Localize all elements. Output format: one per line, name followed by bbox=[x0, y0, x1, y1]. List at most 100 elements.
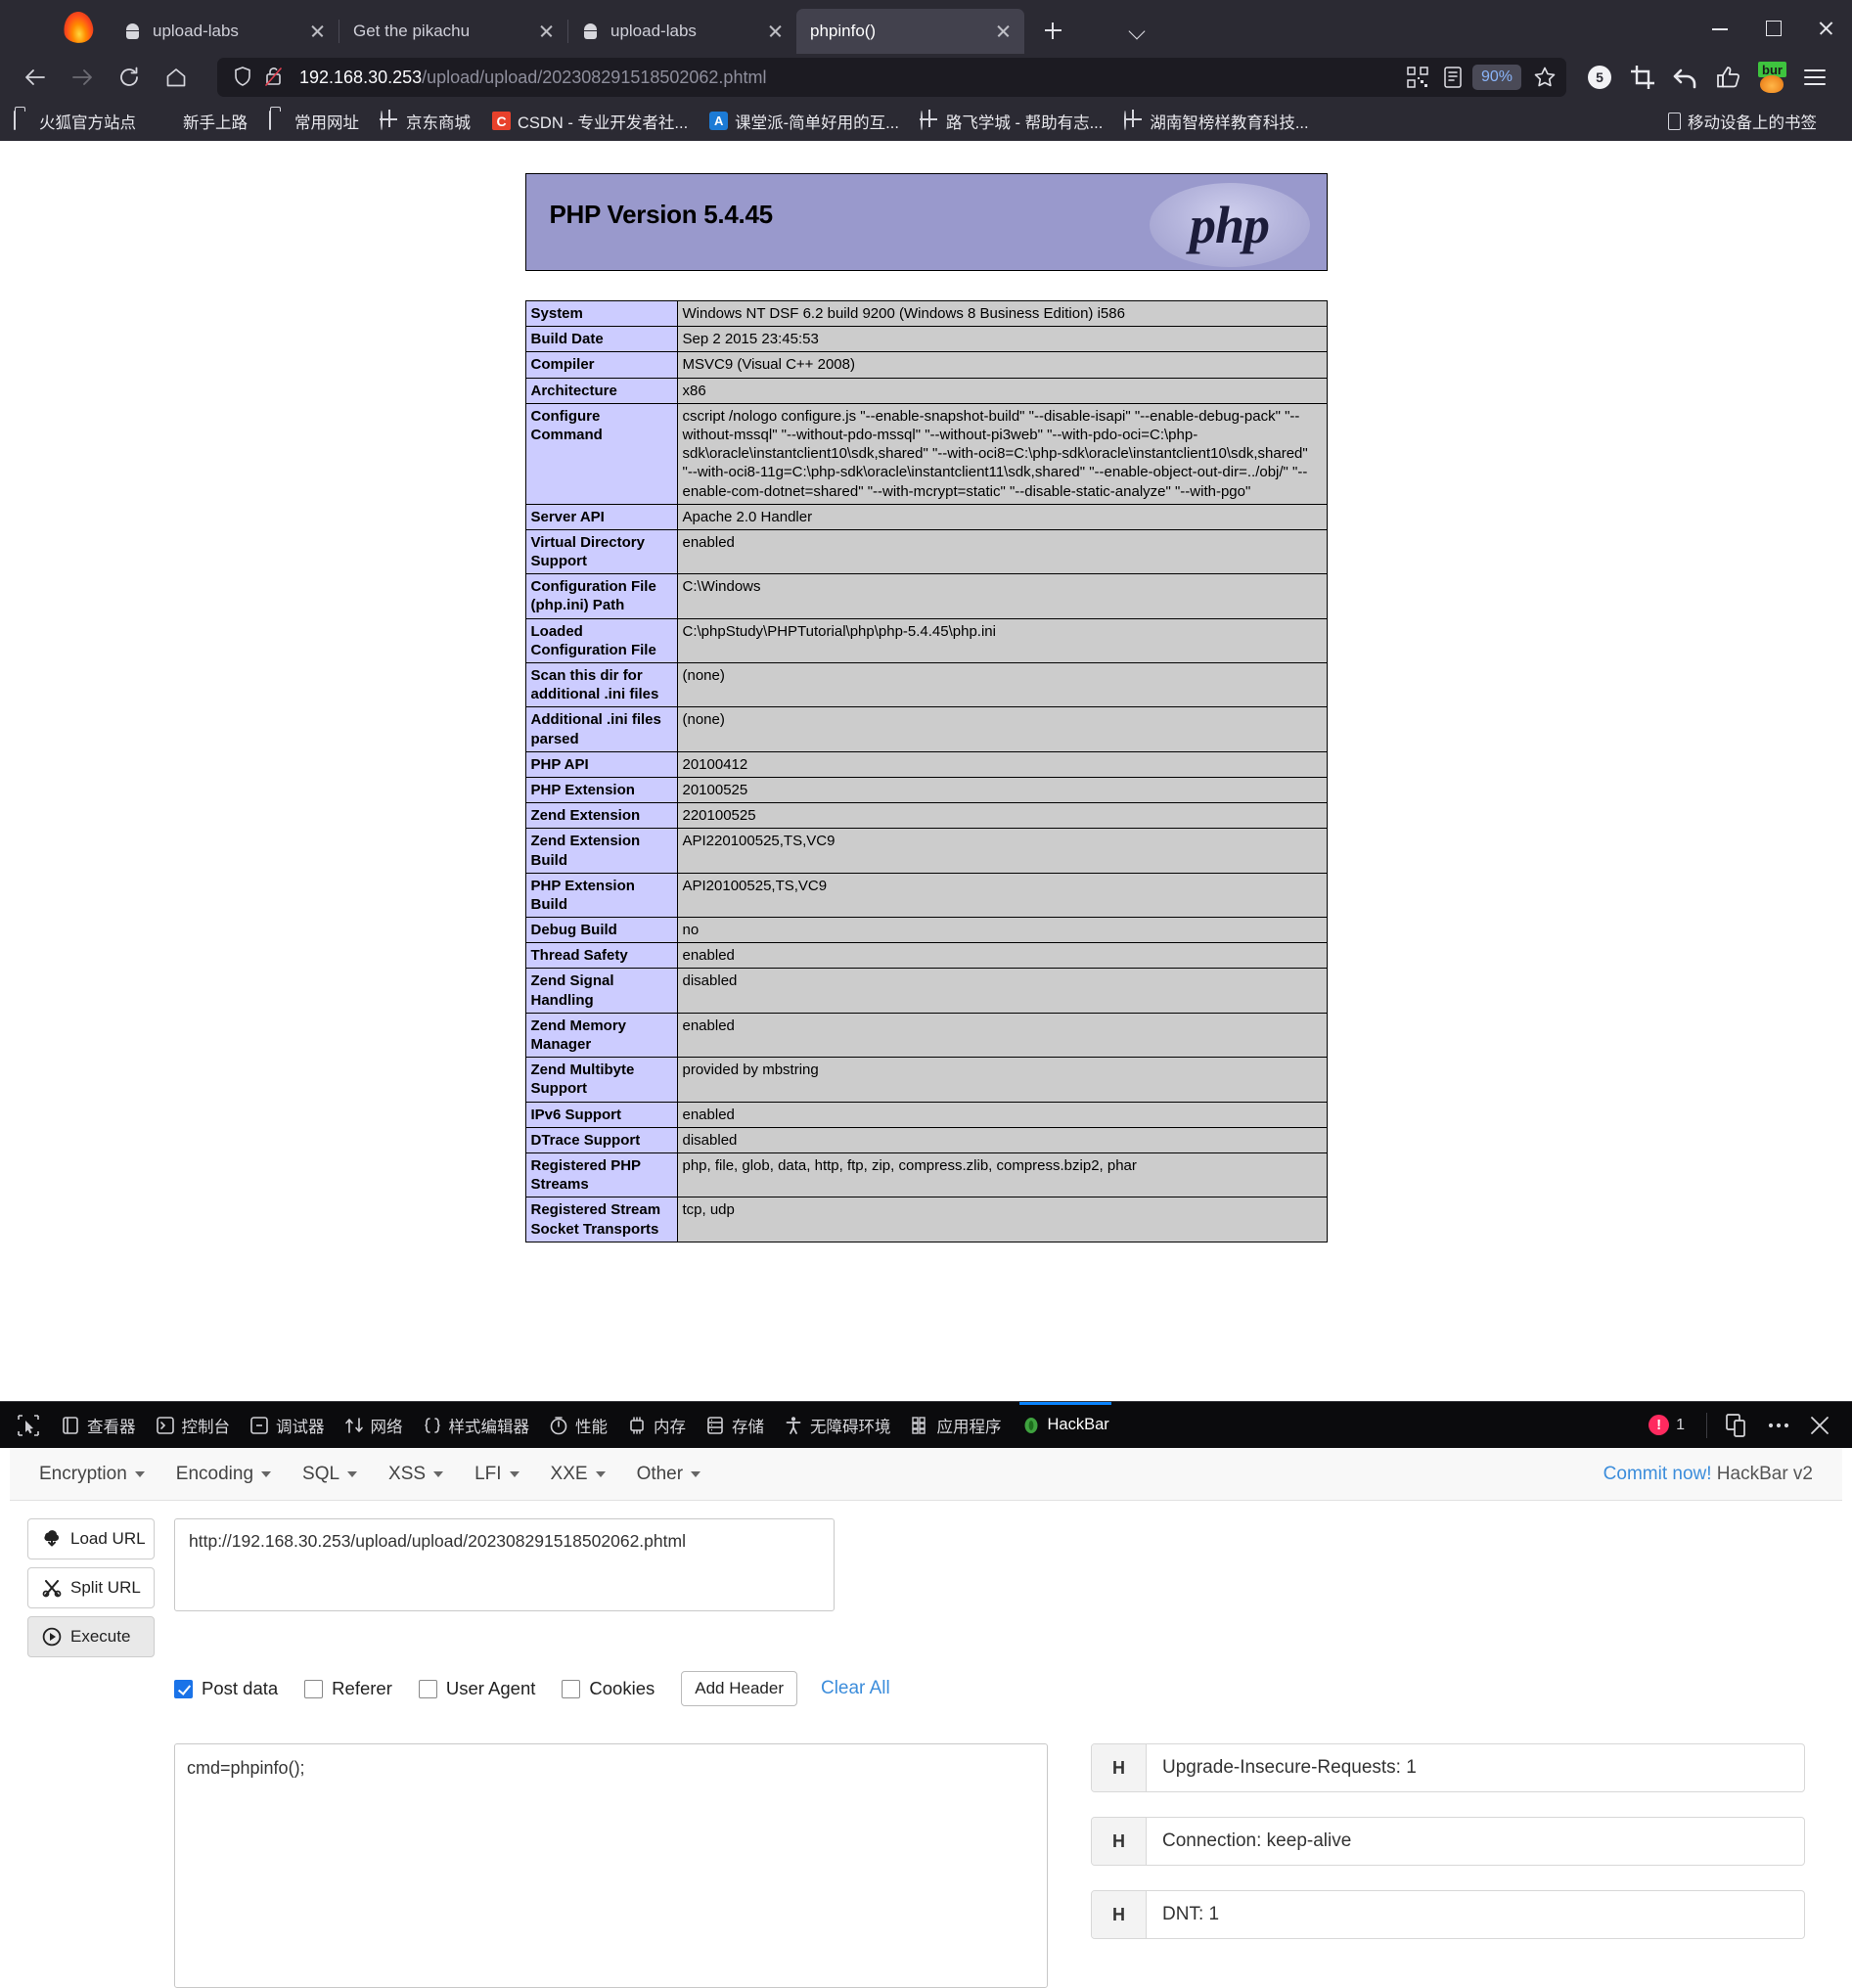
undo-arrow-icon[interactable] bbox=[1664, 56, 1707, 99]
storage-icon bbox=[705, 1416, 725, 1435]
thumbs-up-icon[interactable] bbox=[1707, 56, 1750, 99]
hackbar-menu-xxe[interactable]: XXE bbox=[551, 1464, 606, 1485]
burp-extension-icon[interactable]: bur bbox=[1750, 56, 1793, 99]
screenshot-crop-icon[interactable] bbox=[1621, 56, 1664, 99]
devtools-tab-2[interactable]: 调试器 bbox=[240, 1402, 335, 1449]
hackbar-menu-sql[interactable]: SQL bbox=[302, 1464, 358, 1485]
clear-all-link[interactable]: Clear All bbox=[821, 1678, 890, 1699]
hackbar-menu-encoding[interactable]: Encoding bbox=[176, 1464, 272, 1485]
close-icon[interactable] bbox=[534, 19, 560, 44]
devtools-tab-0[interactable]: 查看器 bbox=[51, 1402, 146, 1449]
close-devtools-icon[interactable] bbox=[1802, 1408, 1837, 1443]
hackbar-menu-xss[interactable]: XSS bbox=[388, 1464, 444, 1485]
reload-icon[interactable] bbox=[110, 58, 149, 97]
maximize-button[interactable] bbox=[1746, 9, 1799, 48]
header-value-input[interactable]: Upgrade-Insecure-Requests: 1 bbox=[1147, 1744, 1804, 1791]
url-textarea[interactable] bbox=[174, 1518, 835, 1611]
devtools-tab-4[interactable]: 样式编辑器 bbox=[413, 1402, 540, 1449]
window-close-button[interactable] bbox=[1799, 9, 1852, 48]
url-text[interactable]: 192.168.30.253/upload/upload/20230829151… bbox=[299, 68, 1398, 88]
new-tab-button[interactable] bbox=[1034, 12, 1071, 49]
url-bar[interactable]: 192.168.30.253/upload/upload/20230829151… bbox=[217, 58, 1566, 97]
commit-now-link[interactable]: Commit now! bbox=[1604, 1464, 1712, 1484]
browser-tab-4-active[interactable]: phpinfo() bbox=[796, 9, 1024, 54]
table-cell-value: API220100525,TS,VC9 bbox=[676, 828, 1328, 874]
devtools-tab-5[interactable]: 性能 bbox=[539, 1402, 617, 1449]
minimize-button[interactable] bbox=[1694, 9, 1746, 48]
star-icon[interactable] bbox=[1529, 62, 1560, 93]
list-all-tabs-chevron-down-icon[interactable] bbox=[1119, 12, 1156, 49]
post-data-textarea[interactable] bbox=[174, 1743, 1048, 1988]
checkbox-box[interactable] bbox=[418, 1679, 437, 1698]
split-url-button[interactable]: Split URL bbox=[27, 1567, 155, 1608]
post-data-checkbox[interactable]: Post data bbox=[174, 1678, 278, 1699]
bookmark-item-4[interactable]: C CSDN - 专业开发者社... bbox=[492, 110, 688, 133]
close-icon[interactable] bbox=[763, 19, 789, 44]
responsive-design-icon[interactable] bbox=[1720, 1408, 1755, 1443]
zoom-level-indicator[interactable]: 90% bbox=[1471, 65, 1521, 90]
bookmark-item-mobile[interactable]: 移动设备上的书签 bbox=[1668, 110, 1817, 133]
qr-code-icon[interactable] bbox=[1402, 62, 1433, 93]
shield-icon[interactable] bbox=[231, 65, 256, 90]
bookmark-item-6[interactable]: 路飞学城 - 帮助有志... bbox=[920, 110, 1103, 133]
back-arrow-icon[interactable] bbox=[16, 58, 55, 97]
header-value-input[interactable]: DNT: 1 bbox=[1147, 1891, 1804, 1938]
adblock-counter-icon[interactable]: 5 bbox=[1578, 56, 1621, 99]
hackbar-menu-encryption[interactable]: Encryption bbox=[39, 1464, 145, 1485]
header-row[interactable]: H Connection: keep-alive bbox=[1091, 1817, 1805, 1866]
devtools-tab-8[interactable]: 无障碍环境 bbox=[774, 1402, 901, 1449]
table-cell-key: Compiler bbox=[524, 351, 678, 379]
forward-arrow-icon[interactable] bbox=[63, 58, 102, 97]
home-icon[interactable] bbox=[157, 58, 196, 97]
bookmark-item-7[interactable]: 湖南智榜样教育科技... bbox=[1124, 110, 1309, 133]
close-icon[interactable] bbox=[991, 19, 1016, 44]
add-header-button[interactable]: Add Header bbox=[681, 1671, 797, 1706]
checkbox-label: Referer bbox=[332, 1678, 392, 1698]
table-row: DTrace Support disabled bbox=[524, 1126, 1328, 1153]
close-icon[interactable] bbox=[305, 19, 331, 44]
table-cell-key: Zend Memory Manager bbox=[524, 1012, 678, 1059]
checkbox-box[interactable] bbox=[174, 1679, 193, 1698]
devtools-tab-1[interactable]: 控制台 bbox=[146, 1402, 241, 1449]
user-agent-checkbox[interactable]: User Agent bbox=[418, 1678, 535, 1699]
table-cell-value: no bbox=[676, 917, 1328, 944]
bookmark-item-2[interactable]: 常用网址 bbox=[269, 110, 359, 133]
devtools-tab-3[interactable]: 网络 bbox=[335, 1402, 413, 1449]
table-cell-key: IPv6 Support bbox=[524, 1101, 678, 1128]
element-picker-icon[interactable] bbox=[12, 1409, 45, 1442]
mobile-device-icon bbox=[1668, 112, 1681, 130]
cookies-checkbox[interactable]: Cookies bbox=[562, 1678, 655, 1699]
table-cell-value: php, file, glob, data, http, ftp, zip, c… bbox=[676, 1152, 1328, 1198]
hackbar-menu-lfi[interactable]: LFI bbox=[474, 1464, 519, 1485]
bookmark-item-3[interactable]: 京东商城 bbox=[381, 110, 471, 133]
tab-title: phpinfo() bbox=[810, 22, 877, 40]
header-value-input[interactable]: Connection: keep-alive bbox=[1147, 1818, 1804, 1865]
bookmark-item-0[interactable]: 火狐官方站点 bbox=[14, 110, 136, 133]
browser-tab-3[interactable]: upload-labs bbox=[568, 9, 796, 54]
load-url-button[interactable]: Load URL bbox=[27, 1518, 155, 1559]
browser-tab-2[interactable]: Get the pikachu bbox=[339, 9, 567, 54]
execute-button[interactable]: Execute bbox=[27, 1616, 155, 1657]
error-count-badge[interactable]: ! 1 bbox=[1649, 1415, 1685, 1435]
bookmark-item-5[interactable]: A 课堂派-简单好用的互... bbox=[709, 110, 899, 133]
more-options-icon[interactable] bbox=[1761, 1408, 1796, 1443]
checkbox-box[interactable] bbox=[562, 1679, 581, 1698]
reader-view-icon[interactable] bbox=[1437, 62, 1468, 93]
globe-icon bbox=[381, 111, 399, 130]
header-row[interactable]: H Upgrade-Insecure-Requests: 1 bbox=[1091, 1743, 1805, 1792]
devtools-tab-9[interactable]: 应用程序 bbox=[901, 1402, 1012, 1449]
devtools-tab-6[interactable]: 内存 bbox=[617, 1402, 696, 1449]
referer-checkbox[interactable]: Referer bbox=[304, 1678, 392, 1699]
bookmark-item-1[interactable]: 新手上路 bbox=[158, 110, 248, 133]
table-cell-value: provided by mbstring bbox=[676, 1057, 1328, 1103]
debugger-icon bbox=[249, 1416, 269, 1435]
broken-lock-icon[interactable] bbox=[262, 65, 288, 90]
bookmark-label: 课堂派-简单好用的互... bbox=[735, 113, 899, 132]
checkbox-box[interactable] bbox=[304, 1679, 324, 1698]
devtools-tab-7[interactable]: 存储 bbox=[696, 1402, 774, 1449]
hackbar-menu-other[interactable]: Other bbox=[637, 1464, 701, 1485]
devtools-tab-10[interactable]: HackBar bbox=[1012, 1401, 1119, 1449]
header-row[interactable]: H DNT: 1 bbox=[1091, 1890, 1805, 1939]
hamburger-menu-icon[interactable] bbox=[1793, 56, 1836, 99]
browser-tab-1[interactable]: upload-labs bbox=[111, 9, 339, 54]
